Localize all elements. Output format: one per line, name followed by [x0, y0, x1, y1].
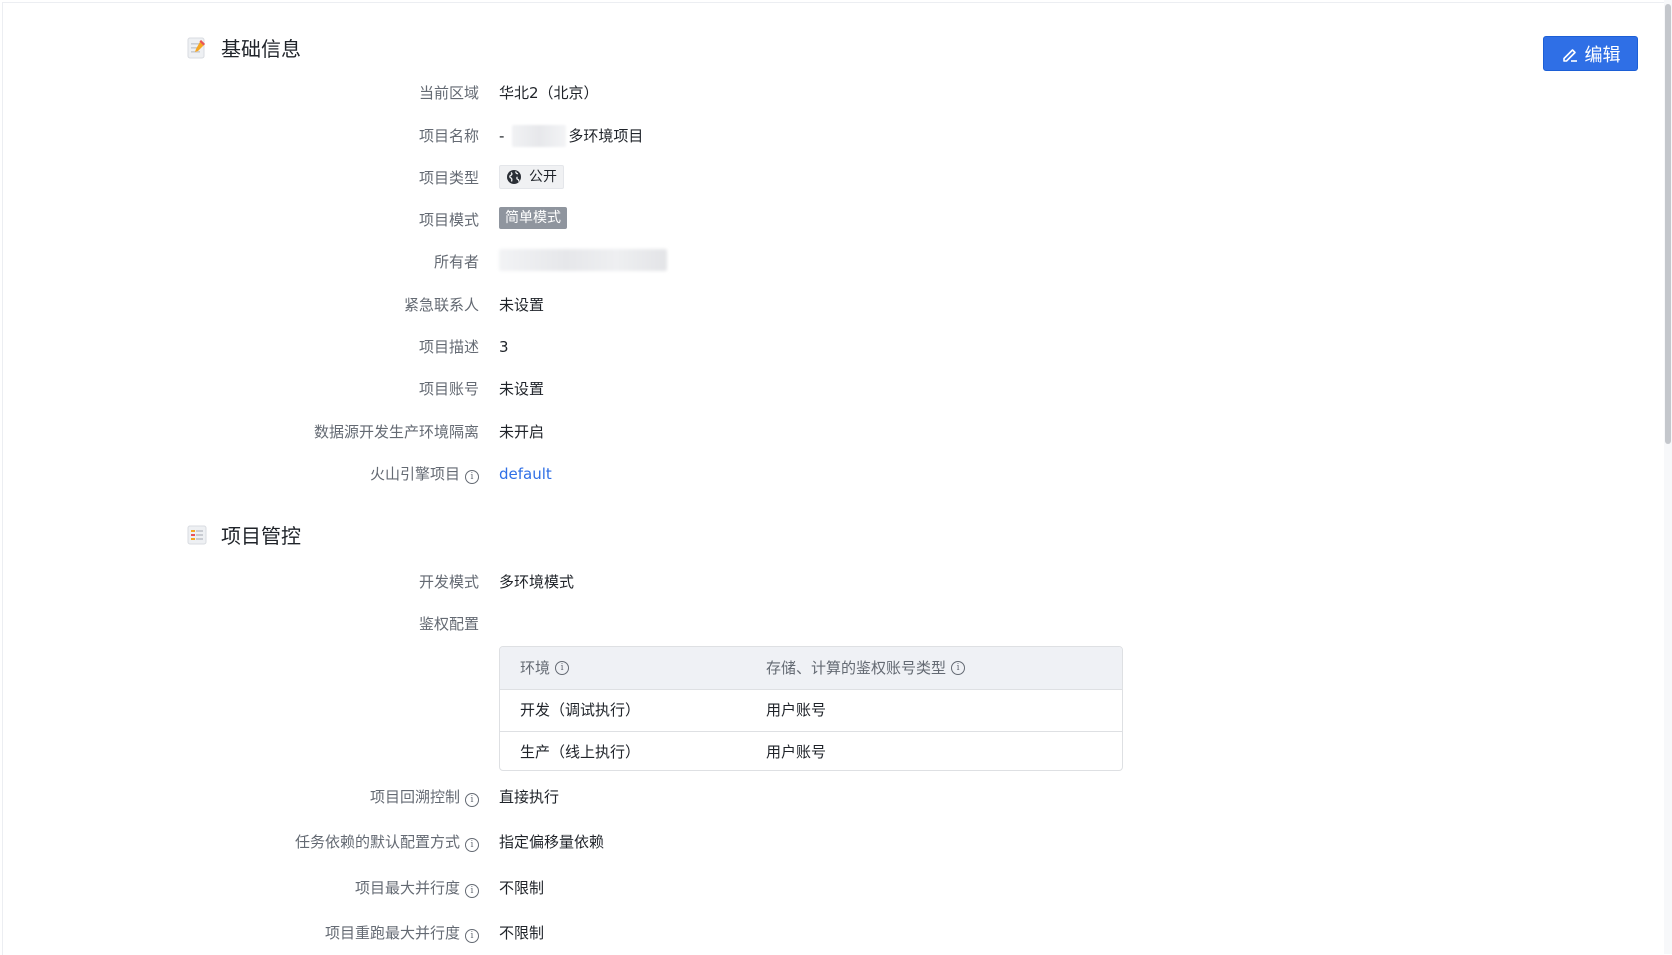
- list-settings-icon: [187, 524, 207, 546]
- field-label: 鉴权配置: [418, 615, 479, 633]
- dev-mode-value: 多环境模式: [499, 573, 575, 591]
- edit-button-label: 编辑: [1584, 44, 1621, 65]
- env-cell: 开发（调试执行）: [520, 701, 641, 719]
- isolation-value: 未开启: [499, 423, 545, 441]
- info-icon[interactable]: i: [465, 470, 479, 484]
- row-backtrack: 项目回溯控制 i 直接执行: [3, 784, 1203, 810]
- row-project-name: 项目名称 - 多环境项目: [3, 123, 1203, 149]
- scrollbar[interactable]: [1664, 0, 1672, 954]
- field-label: 任务依赖的默认配置方式 i: [3, 829, 479, 855]
- table-row: 开发（调试执行） 用户账号: [500, 690, 1122, 732]
- name-text: 多环境项目: [568, 127, 644, 145]
- project-mode-value: 简单模式: [499, 207, 567, 229]
- field-label: 开发模式: [418, 573, 479, 591]
- env-cell: 生产（线上执行）: [520, 743, 641, 761]
- row-volc-project: 火山引擎项目 i default: [3, 461, 1203, 487]
- row-max-parallel: 项目最大并行度 i 不限制: [3, 875, 1203, 901]
- account-value: 未设置: [499, 380, 545, 398]
- public-tag: 公开: [499, 165, 564, 189]
- mode-tag: 简单模式: [499, 207, 567, 229]
- row-project-type: 项目类型 公开: [3, 165, 1203, 191]
- field-label: 火山引擎项目 i: [3, 461, 479, 487]
- dependency-value: 指定偏移量依赖: [499, 833, 605, 851]
- document-edit-icon: [187, 37, 207, 59]
- info-icon[interactable]: i: [951, 661, 966, 675]
- row-owner: 所有者: [3, 249, 1203, 275]
- edit-button[interactable]: 编辑: [1543, 36, 1638, 71]
- field-label: 数据源开发生产环境隔离: [313, 423, 479, 441]
- description-value: 3: [499, 338, 509, 356]
- max-parallel-value: 不限制: [499, 879, 545, 897]
- table-header: 环境 i 存储、计算的鉴权账号类型 i: [500, 647, 1122, 690]
- field-label: 项目描述: [418, 338, 479, 356]
- info-icon[interactable]: i: [465, 838, 479, 852]
- project-type-value: 公开: [499, 165, 564, 189]
- label-text: 项目回溯控制: [369, 788, 460, 806]
- label-text: 任务依赖的默认配置方式: [294, 833, 460, 851]
- section-title: 基础信息: [221, 37, 301, 61]
- row-description: 项目描述 3: [3, 334, 1203, 360]
- project-settings-page: 基础信息 编辑 当前区域 华北2（北京） 项目名称 - 多环境项目 项目类型 公…: [2, 2, 1667, 955]
- row-contact: 紧急联系人 未设置: [3, 292, 1203, 318]
- row-region: 当前区域 华北2（北京）: [3, 80, 1203, 106]
- field-label: 项目名称: [418, 127, 479, 145]
- owner-value: [499, 249, 667, 271]
- auth-config-table: 环境 i 存储、计算的鉴权账号类型 i 开发（调试执行） 用户账号 生产（线上执行）…: [499, 646, 1123, 771]
- info-icon[interactable]: i: [465, 929, 479, 943]
- info-icon[interactable]: i: [465, 884, 479, 898]
- volc-project-link[interactable]: default: [499, 461, 552, 487]
- account-type-cell: 用户账号: [766, 743, 827, 761]
- field-label: 项目回溯控制 i: [3, 784, 479, 810]
- redacted-block: [512, 125, 567, 147]
- basic-info-header: 基础信息: [187, 33, 301, 62]
- backtrack-value: 直接执行: [499, 788, 560, 806]
- volc-label-text: 火山引擎项目: [369, 465, 460, 483]
- redacted-block: [499, 249, 667, 271]
- contact-value: 未设置: [499, 296, 545, 314]
- header-label: 环境: [520, 658, 551, 677]
- header-environment: 环境 i: [520, 647, 570, 689]
- rerun-parallel-value: 不限制: [499, 924, 545, 942]
- field-label: 项目最大并行度 i: [3, 875, 479, 901]
- label-text: 项目最大并行度: [354, 879, 460, 897]
- globe-icon: [506, 169, 522, 185]
- field-label: 紧急联系人: [403, 296, 479, 314]
- public-tag-label: 公开: [529, 169, 557, 185]
- row-project-mode: 项目模式 简单模式: [3, 207, 1203, 233]
- field-label: 所有者: [433, 253, 479, 271]
- label-text: 项目重跑最大并行度: [324, 924, 460, 942]
- field-label: 项目类型: [418, 169, 479, 187]
- header-account-type: 存储、计算的鉴权账号类型 i: [766, 647, 966, 689]
- project-name-value: - 多环境项目: [499, 123, 643, 149]
- row-rerun-parallel: 项目重跑最大并行度 i 不限制: [3, 920, 1203, 946]
- info-icon[interactable]: i: [465, 793, 479, 807]
- pencil-icon: [1561, 45, 1579, 63]
- project-control-header: 项目管控: [187, 520, 301, 549]
- row-dependency: 任务依赖的默认配置方式 i 指定偏移量依赖: [3, 829, 1203, 855]
- row-isolation: 数据源开发生产环境隔离 未开启: [3, 419, 1203, 445]
- info-icon[interactable]: i: [555, 661, 570, 675]
- row-dev-mode: 开发模式 多环境模式: [3, 569, 1203, 595]
- field-label: 当前区域: [418, 84, 479, 102]
- account-type-cell: 用户账号: [766, 701, 827, 719]
- row-auth-config: 鉴权配置: [3, 611, 1203, 637]
- name-prefix: -: [499, 127, 505, 145]
- section-title: 项目管控: [221, 524, 301, 548]
- region-value: 华北2（北京）: [499, 84, 599, 102]
- row-account: 项目账号 未设置: [3, 376, 1203, 402]
- field-label: 项目模式: [418, 211, 479, 229]
- table-row: 生产（线上执行） 用户账号: [500, 732, 1122, 770]
- header-label: 存储、计算的鉴权账号类型: [766, 658, 947, 677]
- scrollbar-thumb[interactable]: [1665, 4, 1671, 444]
- field-label: 项目账号: [418, 380, 479, 398]
- field-label: 项目重跑最大并行度 i: [3, 920, 479, 946]
